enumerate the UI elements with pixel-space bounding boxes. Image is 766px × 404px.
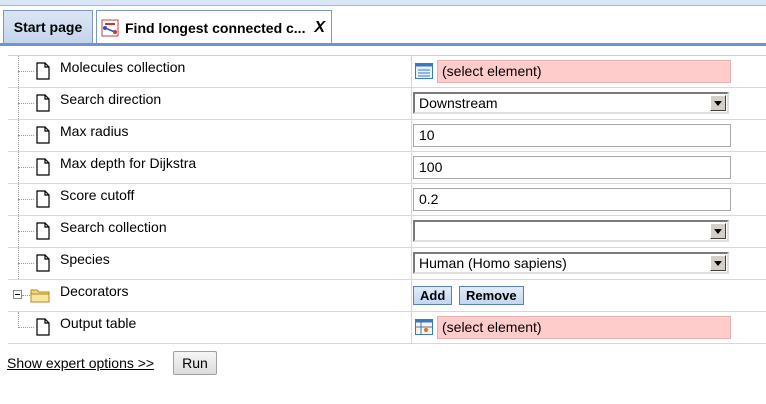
chevron-down-icon[interactable] bbox=[710, 95, 726, 111]
document-icon bbox=[36, 222, 50, 240]
tree-connector bbox=[8, 216, 36, 247]
row-score-cutoff: Score cutoff 0.2 bbox=[8, 184, 766, 216]
collection-icon bbox=[415, 63, 433, 79]
row-molecules-collection: Molecules collection (select element) bbox=[8, 56, 766, 88]
chevron-down-icon[interactable] bbox=[710, 223, 726, 239]
row-species: Species Human (Homo sapiens) bbox=[8, 248, 766, 280]
row-max-depth: Max depth for Dijkstra 100 bbox=[8, 152, 766, 184]
max-radius-input[interactable]: 10 bbox=[413, 124, 731, 147]
tree-connector bbox=[8, 88, 36, 119]
max-depth-input[interactable]: 100 bbox=[413, 156, 731, 179]
collapse-icon[interactable] bbox=[13, 290, 22, 299]
tree-connector bbox=[8, 56, 36, 87]
document-icon bbox=[36, 94, 50, 112]
property-grid: Molecules collection (select element) Se… bbox=[8, 55, 766, 344]
document-icon bbox=[36, 190, 50, 208]
tree-connector bbox=[8, 184, 36, 215]
molecules-collection-field[interactable]: (select element) bbox=[437, 60, 731, 83]
table-icon bbox=[415, 319, 433, 335]
tree-connector bbox=[8, 120, 36, 151]
tree-connector bbox=[8, 248, 36, 279]
document-icon bbox=[36, 62, 50, 80]
row-decorators: Decorators Add Remove bbox=[8, 280, 766, 312]
tree-connector bbox=[8, 312, 36, 343]
row-search-collection: Search collection bbox=[8, 216, 766, 248]
search-direction-value: Downstream bbox=[419, 95, 498, 111]
tree-connector bbox=[8, 152, 36, 183]
property-label: Species bbox=[60, 251, 110, 267]
property-label: Molecules collection bbox=[60, 59, 186, 75]
search-collection-select[interactable] bbox=[413, 220, 731, 243]
property-label: Max depth for Dijkstra bbox=[60, 155, 197, 171]
run-button[interactable]: Run bbox=[173, 351, 217, 375]
tab-find-longest-connected[interactable]: Find longest connected c... X bbox=[96, 10, 332, 45]
document-icon bbox=[36, 126, 50, 144]
score-cutoff-input[interactable]: 0.2 bbox=[413, 188, 731, 211]
row-output-table: Output table (select element) bbox=[8, 312, 766, 344]
add-decorator-button[interactable]: Add bbox=[413, 286, 453, 305]
remove-decorator-button[interactable]: Remove bbox=[459, 286, 524, 305]
molecules-collection-selector[interactable]: (select element) bbox=[413, 60, 731, 83]
show-expert-options-link[interactable]: Show expert options >> bbox=[7, 355, 154, 371]
search-direction-select[interactable]: Downstream bbox=[413, 92, 731, 115]
tab-strip: Start page Find longest connected c... X bbox=[0, 0, 766, 46]
property-label: Search collection bbox=[60, 219, 167, 235]
analysis-icon bbox=[101, 19, 119, 37]
folder-icon bbox=[30, 289, 50, 303]
tab-strip-baseline bbox=[0, 43, 766, 46]
property-label: Score cutoff bbox=[60, 187, 135, 203]
row-search-direction: Search direction Downstream bbox=[8, 88, 766, 120]
chevron-down-icon[interactable] bbox=[710, 255, 726, 271]
tab-start-page-label: Start page bbox=[13, 19, 83, 35]
document-icon bbox=[36, 158, 50, 176]
output-table-field[interactable]: (select element) bbox=[437, 316, 731, 339]
close-icon[interactable]: X bbox=[314, 19, 325, 37]
species-select[interactable]: Human (Homo sapiens) bbox=[413, 252, 731, 275]
property-label: Max radius bbox=[60, 123, 129, 139]
document-icon bbox=[36, 254, 50, 272]
property-label: Decorators bbox=[60, 283, 129, 299]
tab-start-page[interactable]: Start page bbox=[3, 10, 93, 43]
output-table-selector[interactable]: (select element) bbox=[413, 316, 731, 339]
document-icon bbox=[36, 318, 50, 336]
tab-active-label: Find longest connected c... bbox=[125, 20, 306, 36]
property-label: Output table bbox=[60, 315, 137, 331]
tab-strip-top-border bbox=[0, 0, 766, 6]
property-label: Search direction bbox=[60, 91, 162, 107]
row-max-radius: Max radius 10 bbox=[8, 120, 766, 152]
species-value: Human (Homo sapiens) bbox=[419, 255, 567, 271]
